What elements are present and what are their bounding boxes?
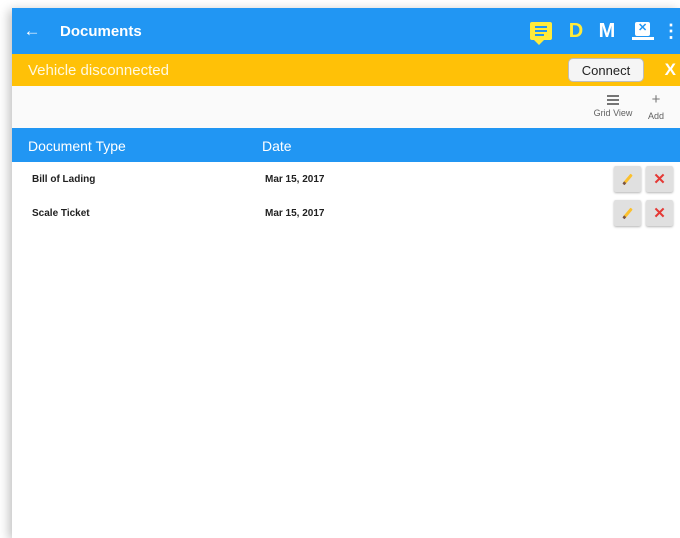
messages-button[interactable] <box>524 8 562 54</box>
page-title: Documents <box>60 22 142 40</box>
grid-view-label: Grid View <box>593 108 633 118</box>
pencil-icon <box>622 173 633 185</box>
message-icon <box>530 22 552 45</box>
document-type-cell: Scale Ticket <box>32 208 90 219</box>
dismiss-banner-button[interactable]: X <box>665 54 676 86</box>
connection-status-bar: Vehicle disconnected Connect X <box>12 54 680 86</box>
grid-view-button[interactable]: Grid View <box>592 92 634 118</box>
eld-disconnected-icon <box>632 21 654 40</box>
column-header-date: Date <box>262 138 292 154</box>
pencil-icon <box>622 207 633 219</box>
add-label: Add <box>647 111 664 121</box>
close-icon: ✕ <box>653 205 666 222</box>
edit-button[interactable] <box>614 166 641 192</box>
more-vert-icon[interactable]: ⋮ <box>662 8 680 54</box>
back-arrow-icon[interactable]: ← <box>12 8 52 54</box>
connection-status-text: Vehicle disconnected <box>28 61 169 79</box>
column-header-document-type: Document Type <box>28 138 126 154</box>
connect-button[interactable]: Connect <box>568 58 644 82</box>
table-header: Document Type Date <box>12 128 680 162</box>
mode-button[interactable]: M <box>590 8 624 54</box>
app-window: ← Documents D M ⋮ Vehicle disconnected C… <box>12 8 680 538</box>
duty-status-driving-button[interactable]: D <box>562 8 590 54</box>
eld-connection-button[interactable] <box>624 8 662 54</box>
app-toolbar: ← Documents D M ⋮ <box>12 8 680 54</box>
delete-button[interactable]: ✕ <box>646 166 673 192</box>
table-row[interactable]: Bill of Lading Mar 15, 2017 ✕ <box>12 162 680 196</box>
add-document-button[interactable]: + Add <box>642 91 670 122</box>
table-row[interactable]: Scale Ticket Mar 15, 2017 ✕ <box>12 196 680 230</box>
edit-button[interactable] <box>614 200 641 226</box>
document-type-cell: Bill of Lading <box>32 174 96 185</box>
plus-icon: + <box>651 91 661 108</box>
toolbar-actions: D M ⋮ <box>524 8 680 54</box>
document-actions: Grid View + Add <box>12 86 680 128</box>
close-icon: ✕ <box>653 171 666 188</box>
document-date-cell: Mar 15, 2017 <box>265 174 325 185</box>
delete-button[interactable]: ✕ <box>646 200 673 226</box>
document-date-cell: Mar 15, 2017 <box>265 208 325 219</box>
list-view-icon <box>607 95 619 105</box>
